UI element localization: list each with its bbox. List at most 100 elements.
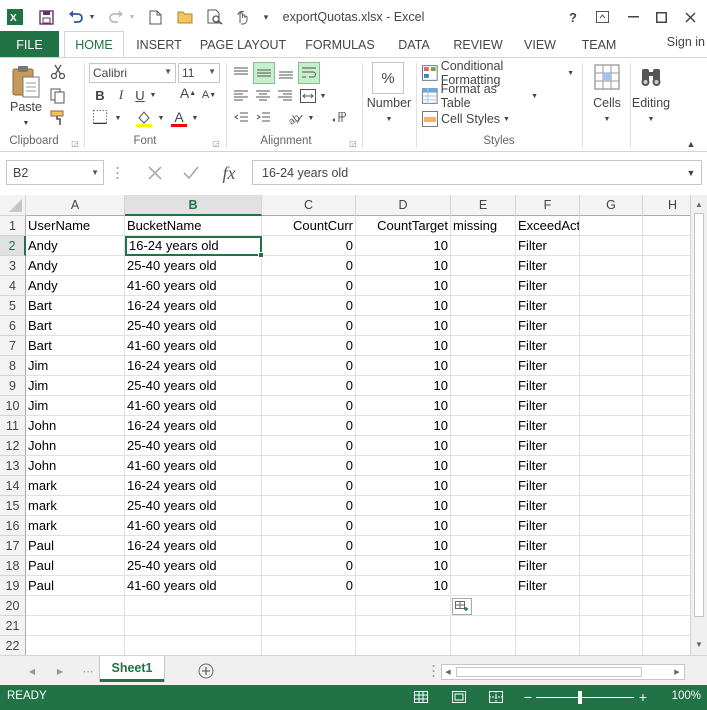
decrease-indent-icon[interactable] [231,108,251,128]
cell[interactable] [643,616,690,636]
collapse-ribbon-icon[interactable]: ▲ [684,138,698,150]
row-header[interactable]: 14 [0,476,26,496]
cell[interactable]: 16-24 years old [125,356,262,376]
cell[interactable] [262,616,356,636]
cell[interactable]: 0 [262,256,356,276]
cell[interactable] [643,436,690,456]
cell[interactable]: Filter [516,416,580,436]
cell[interactable] [356,596,451,616]
spreadsheet-grid[interactable]: A B C D E F G H 1 UserName BucketName CountCurr Coun… [0,195,690,655]
cell[interactable] [516,616,580,636]
row-header[interactable]: 17 [0,536,26,556]
cell[interactable] [643,376,690,396]
row-header[interactable]: 21 [0,616,26,636]
cell[interactable]: Filter [516,536,580,556]
cell[interactable]: 0 [262,556,356,576]
cell[interactable]: 25-40 years old [125,496,262,516]
cell[interactable]: Filter [516,336,580,356]
cell[interactable]: 10 [356,576,451,596]
font-name-combo[interactable]: Calibri ▼ [89,63,176,83]
cell[interactable] [643,596,690,616]
cell[interactable]: 10 [356,476,451,496]
tab-team[interactable]: TEAM [574,31,624,58]
orientation-dropdown-icon[interactable]: ▼ [306,112,316,124]
cell[interactable]: 25-40 years old [125,436,262,456]
cell[interactable] [451,636,516,655]
cell[interactable] [580,536,643,556]
cell[interactable]: 10 [356,236,451,256]
cell[interactable]: 10 [356,376,451,396]
cell[interactable]: Paul [26,536,125,556]
increase-indent-icon[interactable] [253,108,273,128]
alignment-launcher-icon[interactable]: ◲ [348,138,358,148]
cell[interactable]: Filter [516,316,580,336]
cell[interactable]: Filter [516,496,580,516]
header-cell[interactable]: CountTarget [356,216,451,236]
row-header[interactable]: 12 [0,436,26,456]
cell[interactable]: 16-24 years old [125,296,262,316]
cell[interactable] [451,316,516,336]
borders-dropdown-icon[interactable]: ▼ [113,112,123,124]
cell[interactable]: Filter [516,256,580,276]
row-header[interactable]: 6 [0,316,26,336]
zoom-in-icon[interactable]: + [634,689,652,705]
cell[interactable]: 0 [262,316,356,336]
orientation-icon[interactable]: ab [285,108,305,128]
scroll-down-icon[interactable]: ▼ [691,636,707,652]
cell[interactable]: 16-24 years old [125,476,262,496]
tab-page-layout[interactable]: PAGE LAYOUT [196,31,290,58]
paste-dropdown-icon[interactable]: ▼ [20,118,32,128]
align-left-icon[interactable] [231,86,251,106]
cell[interactable]: 0 [262,296,356,316]
cell[interactable]: Filter [516,396,580,416]
cell[interactable]: 10 [356,436,451,456]
cell[interactable]: Filter [516,296,580,316]
prev-sheet-icon[interactable]: ◀ [26,664,38,678]
paste-icon[interactable] [8,64,44,100]
tab-file[interactable]: FILE [0,31,59,58]
cell[interactable]: 41-60 years old [125,336,262,356]
row-header[interactable]: 18 [0,556,26,576]
vertical-scrollbar[interactable]: ▲ ▼ [690,195,707,655]
row-header[interactable]: 20 [0,596,26,616]
cell[interactable]: 25-40 years old [125,256,262,276]
cell[interactable]: Filter [516,476,580,496]
cell[interactable] [643,636,690,655]
cell[interactable]: 10 [356,556,451,576]
cell[interactable] [643,236,690,256]
tab-view[interactable]: VIEW [518,31,562,58]
cell[interactable]: 10 [356,456,451,476]
cell[interactable] [580,276,643,296]
horizontal-scrollbar[interactable]: ◀ ▶ [441,664,685,680]
cell[interactable] [451,356,516,376]
cell[interactable]: Jim [26,396,125,416]
cell[interactable] [643,216,690,236]
cell[interactable]: Bart [26,296,125,316]
row-header[interactable]: 22 [0,636,26,655]
cell[interactable] [26,636,125,655]
cell[interactable] [580,416,643,436]
insert-function-button[interactable]: fx [216,162,242,184]
row-header[interactable]: 16 [0,516,26,536]
zoom-slider-thumb[interactable] [578,691,582,704]
cell[interactable]: 0 [262,236,356,256]
cell[interactable] [451,536,516,556]
cell[interactable]: 41-60 years old [125,276,262,296]
conditional-formatting-button[interactable]: Conditional Formatting ▼ [422,59,574,87]
cell[interactable]: 10 [356,276,451,296]
fill-color-dropdown-icon[interactable]: ▼ [156,112,166,124]
cell[interactable]: 25-40 years old [125,376,262,396]
cell[interactable] [643,316,690,336]
cancel-entry-icon[interactable] [144,163,166,183]
column-header-h[interactable]: H [643,195,690,216]
horizontal-scroll-thumb[interactable] [456,667,642,677]
font-launcher-icon[interactable]: ◲ [211,138,221,148]
formula-input[interactable]: 16-24 years old [252,160,702,185]
copy-icon[interactable] [48,86,68,106]
cell[interactable]: Andy [26,256,125,276]
cell[interactable]: 25-40 years old [125,556,262,576]
cell[interactable] [580,256,643,276]
column-header-c[interactable]: C [262,195,356,216]
expand-formula-bar-icon[interactable]: ▼ [684,166,698,180]
cell[interactable] [643,336,690,356]
